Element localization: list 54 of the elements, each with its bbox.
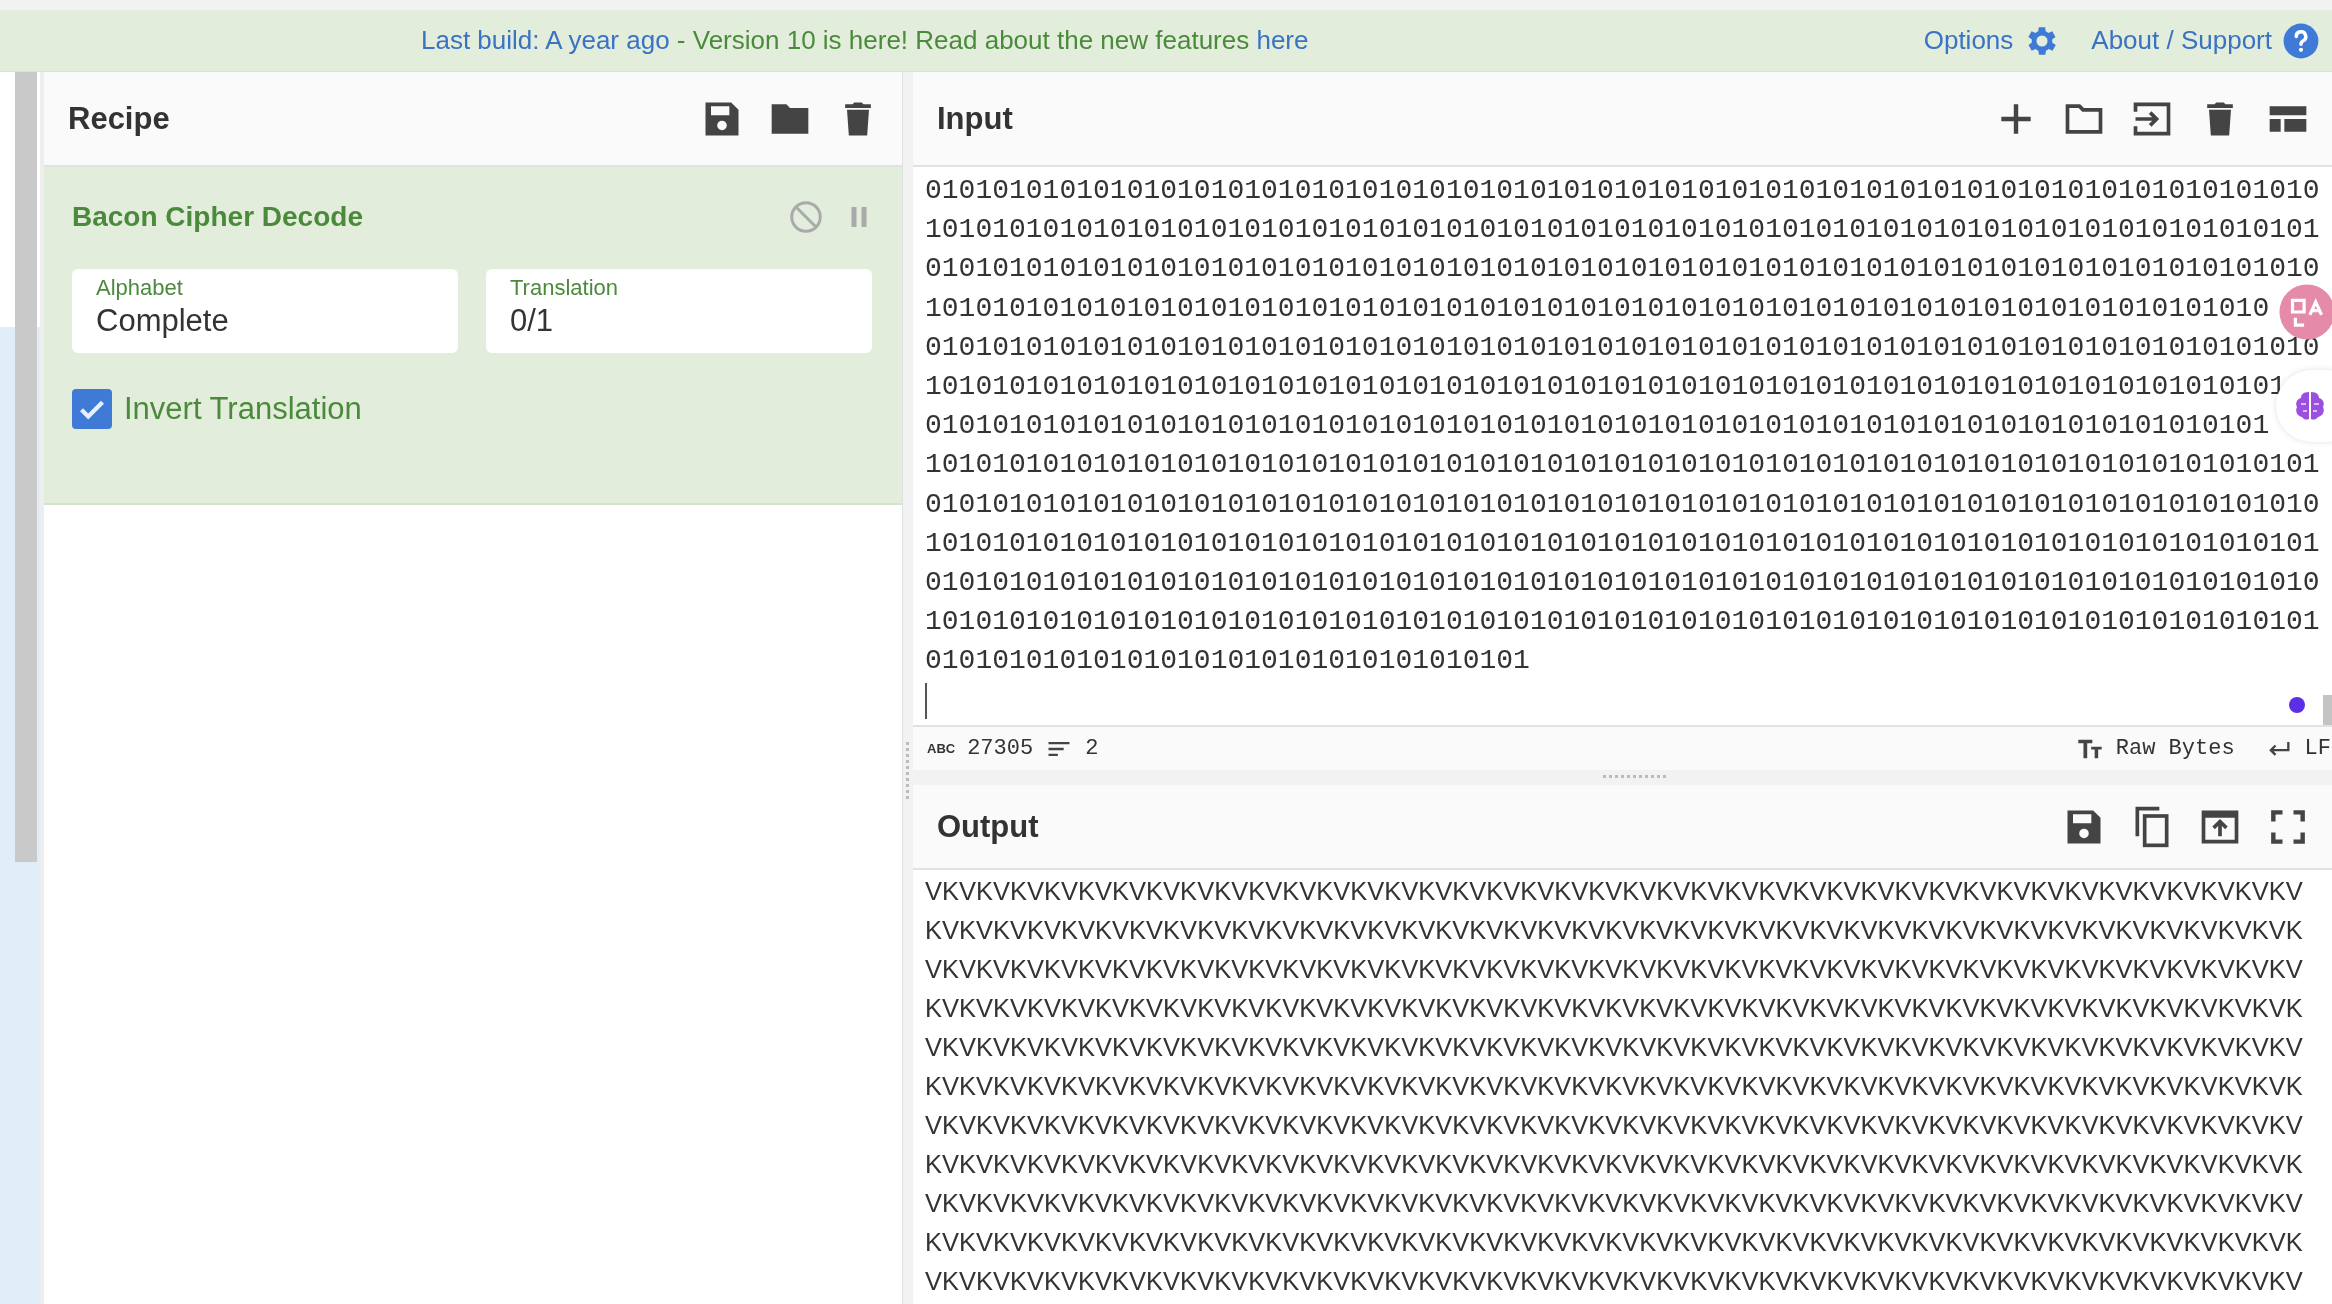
- text-line: VKVKVKVKVKVKVKVKVKVKVKVKVKVKVKVKVKVKVKVKVKVKVKVKVKVKVKVKVKVKVKVKVKVKVKVKVKVKVKVKV: [925, 1032, 2303, 1063]
- text-line: KVKVKVKVKVKVKVKVKVKVKVKVKVKVKVKVKVKVKVKVKVKVKVKVKVKVKVKVKVKVKVKVKVKVKVKVKVKVKVKVK: [925, 915, 2303, 946]
- operation-name: Bacon Cipher Decode: [72, 201, 363, 233]
- text-line: 01010101010101010101010101010101010101010101010101010101010101010101010101010101010: [925, 487, 2320, 522]
- text-line: 10101010101010101010101010101010101010101010101010101010101010101010101010101010: [925, 291, 2270, 326]
- scrollbar[interactable]: [2323, 695, 2332, 725]
- text-line: 101010101010101010101010101010101010101010101010101010101010101010101010101010101: [925, 370, 2287, 404]
- resize-handle[interactable]: [906, 742, 909, 802]
- text-line: 10101010101010101010101010101010101010101010101010101010101010101010101010101010101: [925, 448, 2320, 483]
- text-line: 10101010101010101010101010101010101010101010101010101010101010101010101010101010101: [925, 526, 2320, 561]
- text-line: 01010101010101010101010101010101010101010101010101010101010101010101010101010101: [925, 409, 2270, 444]
- dropdown-field[interactable]: Alphabet Complete: [72, 269, 458, 353]
- text-line: 01010101010101010101010101010101010101010101010101010101010101010101010101010101010: [925, 330, 2320, 365]
- status-dot-icon: [2289, 697, 2305, 713]
- text-line: KVKVKVKVKVKVKVKVKVKVKVKVKVKVKVKVKVKVKVKVKVKVKVKVKVKVKVKVKVKVKVKVKVKVKVKVKVKVKVKVK: [925, 1227, 2303, 1258]
- text-line: 010101010101010101010101010101010101: [925, 644, 1530, 679]
- text-cursor: [925, 682, 927, 719]
- text-line: VKVKVKVKVKVKVKVKVKVKVKVKVKVKVKVKVKVKVKVKVKVKVKVKVKVKVKVKVKVKVKVKVKVKVKVKVKVKVKVKV: [925, 954, 2303, 985]
- text-line: KVKVKVKVKVKVKVKVKVKVKVKVKVKVKVKVKVKVKVKVKVKVKVKVKVKVKVKVKVKVKVKVKVKVKVKVKVKVKVKVK: [925, 993, 2303, 1024]
- build-link[interactable]: Last build: A year ago: [421, 25, 670, 55]
- banner-message: Last build: A year ago - Version 10 is here! Read about the new features here: [421, 25, 1309, 56]
- help-icon[interactable]: [2282, 21, 2320, 60]
- resize-handle[interactable]: [1603, 775, 1667, 778]
- text-line: KVKVKVKVKVKVKVKVKVKVKVKVKVKVKVKVKVKVKVKVKVKVKVKVKVKVKVKVKVKVKVKVKVKVKVKVKVKVKVKVK: [925, 1071, 2303, 1102]
- text-line: 10101010101010101010101010101010101010101010101010101010101010101010101010101010101: [925, 213, 2320, 248]
- encoding-selector[interactable]: Raw Bytes: [2115, 736, 2235, 761]
- dropdown-field[interactable]: Translation 0/1: [486, 269, 872, 353]
- length-count: 27305: [967, 736, 1034, 761]
- scrollbar[interactable]: [15, 72, 37, 862]
- panel-title: Recipe: [68, 100, 170, 137]
- text-line: VKVKVKVKVKVKVKVKVKVKVKVKVKVKVKVKVKVKVKVKVKVKVKVKVKVKVKVKVKVKVKVKVKVKVKVKVKVKVKVKV: [925, 876, 2303, 907]
- field-label: Translation: [510, 275, 619, 301]
- text-line: VKVKVKVKVKVKVKVKVKVKVKVKVKVKVKVKVKVKVKVKVKVKVKVKVKVKVKVKVKVKVKVKVKVKVKVKVKVKVKVKV: [925, 1266, 2303, 1297]
- text-line: 01010101010101010101010101010101010101010101010101010101010101010101010101010101010: [925, 252, 2320, 287]
- text-line: 10101010101010101010101010101010101010101010101010101010101010101010101010101010101: [925, 605, 2320, 640]
- text-line: VKVKVKVKVKVKVKVKVKVKVKVKVKVKVKVKVKVKVKVKVKVKVKVKVKVKVKVKVKVKVKVKVKVKVKVKVKVKVKVKV: [925, 1188, 2303, 1219]
- field-value: 0/1: [510, 303, 555, 339]
- panel-title: Input: [937, 100, 1013, 137]
- about-support-link[interactable]: About / Support: [2091, 25, 2272, 56]
- features-link[interactable]: here: [1256, 25, 1309, 55]
- text-line: 01010101010101010101010101010101010101010101010101010101010101010101010101010101010: [925, 174, 2320, 208]
- text-line: VKVKVKVKVKVKVKVKVKVKVKVKVKVKVKVKVKVKVKVKVKVKVKVKVKVKVKVKVKVKVKVKVKVKVKVKVKVKVKVKV: [925, 1110, 2303, 1141]
- text-line: KVKVKVKVKVKVKVKVKVKVKVKVKVKVKVKVKVKVKVKVKVKVKVKVKVKVKVKVKVKVKVKVKVKVKVKVKVKVKVKVK: [925, 1149, 2303, 1180]
- panel-title: Output: [937, 808, 1039, 845]
- length-icon: ABC: [927, 741, 956, 756]
- checkbox-label: Invert Translation: [124, 391, 362, 427]
- field-label: Alphabet: [96, 275, 184, 301]
- checkbox[interactable]: [72, 389, 112, 429]
- recipe-operation[interactable]: Bacon Cipher Decode Alphabet Complete Translation 0/1 Invert Translation: [44, 167, 902, 505]
- line-count: 2: [1085, 736, 1099, 761]
- field-value: Complete: [96, 303, 230, 339]
- text-line: 01010101010101010101010101010101010101010101010101010101010101010101010101010101010: [925, 566, 2320, 601]
- options-link[interactable]: Options: [1923, 25, 2014, 56]
- eol-selector[interactable]: LF: [2304, 736, 2331, 761]
